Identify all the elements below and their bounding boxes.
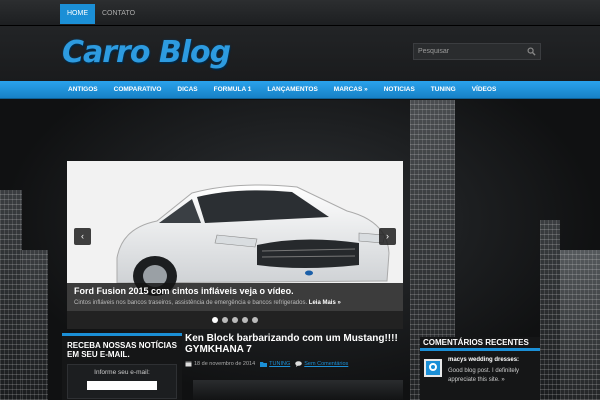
post-preview: Ken Block barbarizando com um Mustang!!!… xyxy=(185,333,410,400)
nav-item-marcas[interactable]: MARCAS » xyxy=(326,81,376,99)
top-bar: HOME CONTATO xyxy=(0,0,600,26)
nav-item-dicas[interactable]: DICAS xyxy=(169,81,205,99)
slider-caption: Ford Fusion 2015 com cintos infláveis ve… xyxy=(67,283,403,311)
comment-icon xyxy=(295,361,303,367)
post-category-link[interactable]: TUNING xyxy=(269,361,290,367)
nav-item-formula-1[interactable]: FORMULA 1 xyxy=(206,81,260,99)
slider-dot[interactable] xyxy=(252,317,258,323)
site-header: Carro Blog xyxy=(0,26,600,81)
recent-comments-heading: COMENTÁRIOS RECENTES xyxy=(423,338,529,347)
nav-item-antigos[interactable]: ANTIGOS xyxy=(60,81,106,99)
newsletter-form: Informe seu e-mail: xyxy=(67,364,177,399)
top-nav-home[interactable]: HOME xyxy=(60,4,95,24)
slider-dot[interactable] xyxy=(212,317,218,323)
heading-underline xyxy=(420,348,540,351)
slider-next-button[interactable]: › xyxy=(379,228,396,245)
nav-item-videos[interactable]: VÍDEOS xyxy=(464,81,505,99)
read-more-link[interactable]: Leia Mais » xyxy=(309,300,341,306)
comment-text[interactable]: Good blog post. I definitely appreciate … xyxy=(448,367,536,385)
slider-pagination xyxy=(67,311,403,329)
folder-icon xyxy=(260,362,268,367)
slider-dot[interactable] xyxy=(242,317,248,323)
newsletter-heading: RECEBA NOSSAS NOTÍCIAS EM SEU E-MAIL. xyxy=(67,341,177,359)
comment-item: macys wedding dresses: Good blog post. I… xyxy=(420,357,540,397)
main-nav: ANTIGOS COMPARATIVO DICAS FORMULA 1 LANÇ… xyxy=(0,81,600,99)
nav-item-tuning[interactable]: TUNING xyxy=(423,81,464,99)
post-thumbnail[interactable] xyxy=(193,380,403,400)
slider-prev-button[interactable]: ‹ xyxy=(74,228,91,245)
newsletter-label: Informe seu e-mail: xyxy=(94,369,150,376)
top-nav-contato[interactable]: CONTATO xyxy=(95,4,142,24)
nav-item-noticias[interactable]: NOTICIAS xyxy=(376,81,423,99)
post-date: 18 de novembro de 2014 xyxy=(194,361,256,367)
power-icon xyxy=(424,359,442,377)
newsletter-widget: RECEBA NOSSAS NOTÍCIAS EM SEU E-MAIL. In… xyxy=(62,333,182,400)
top-nav: HOME CONTATO xyxy=(60,4,142,24)
nav-item-lancamentos[interactable]: LANÇAMENTOS xyxy=(259,81,325,99)
comment-author[interactable]: macys wedding dresses: xyxy=(448,357,519,363)
slider-text: Cintos infláveis nos bancos traseiros, a… xyxy=(74,300,341,306)
post-comments-link[interactable]: Sem Comentários xyxy=(304,361,348,367)
recent-comments-widget: COMENTÁRIOS RECENTES macys wedding dress… xyxy=(420,337,540,400)
featured-slider: ‹ › Ford Fusion 2015 com cintos inflávei… xyxy=(67,161,403,311)
site-logo[interactable]: Carro Blog xyxy=(62,35,231,70)
car-image[interactable] xyxy=(97,173,397,298)
slider-dot[interactable] xyxy=(222,317,228,323)
slider-title[interactable]: Ford Fusion 2015 com cintos infláveis ve… xyxy=(74,286,396,296)
search-icon[interactable] xyxy=(527,47,536,56)
nav-item-comparativo[interactable]: COMPARATIVO xyxy=(106,81,170,99)
calendar-icon xyxy=(185,361,192,367)
post-meta: 18 de novembro de 2014 TUNING Sem Coment… xyxy=(185,361,410,367)
email-field[interactable] xyxy=(87,381,157,390)
search-input[interactable] xyxy=(418,45,523,58)
slider-dot[interactable] xyxy=(232,317,238,323)
search-box xyxy=(413,43,541,60)
post-title[interactable]: Ken Block barbarizando com um Mustang!!!… xyxy=(185,333,410,355)
